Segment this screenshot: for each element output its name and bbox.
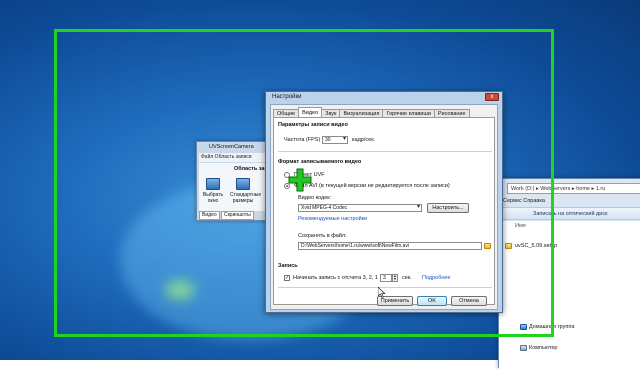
explorer-menu[interactable]: Сервис Справка — [499, 196, 640, 206]
setup-file-icon — [505, 243, 512, 249]
select-window-label: Выбрать окно — [202, 192, 224, 204]
cancel-button[interactable]: Отмена — [451, 296, 487, 306]
explorer-window[interactable]: Work (D:) ▸ WebServers ▸ home ▸ 1.ru Сер… — [498, 178, 640, 369]
explorer-address-bar[interactable]: Work (D:) ▸ WebServers ▸ home ▸ 1.ru — [507, 183, 640, 194]
settings-dialog[interactable]: Настройки x Общие Видео Звук Визуализация Го… — [265, 91, 503, 313]
computer-icon — [520, 345, 527, 351]
video-settings-pane: Параметры записи видео Частота (FPS) 30 … — [273, 117, 495, 305]
tab-video[interactable]: Видео — [199, 211, 220, 220]
countdown-input[interactable]: 3 — [380, 274, 392, 282]
standard-sizes-button[interactable]: Стандартные размеры — [230, 178, 261, 204]
window-icon — [206, 178, 220, 190]
record-heading: Запись — [278, 263, 298, 269]
burn-disc-button[interactable]: Записать на оптический диск — [499, 207, 640, 220]
fps-unit: кадр/сек. — [352, 137, 376, 143]
mouse-pointer-icon — [378, 287, 386, 298]
setup-file-item[interactable]: uvSC_5.09.setup — [515, 243, 557, 249]
uvscreencamera-title: UVScreenCamera — [209, 144, 254, 150]
countdown-unit: сек. — [402, 275, 412, 281]
ok-button[interactable]: OK — [417, 296, 447, 306]
sizes-icon — [236, 178, 250, 190]
fps-select[interactable]: 30 — [322, 136, 348, 144]
nav-item-computer[interactable]: Компьютер — [529, 345, 557, 351]
desktop-glow-green — [165, 280, 195, 300]
format-heading: Формат записываемого видео — [278, 159, 362, 165]
nav-item-homegroup[interactable]: Домашняя группа — [529, 324, 574, 330]
recommended-settings-link[interactable]: Рекомендуемые настройки — [298, 216, 367, 222]
recording-params-heading: Параметры записи видео — [278, 122, 348, 128]
countdown-checkbox[interactable]: ✓ — [284, 275, 290, 281]
dialog-content: Общие Видео Звук Визуализация Горячие клавиш… — [270, 104, 498, 310]
dialog-title: Настройки — [272, 94, 302, 100]
column-header-name[interactable]: Имя — [515, 223, 526, 229]
configure-button[interactable]: Настроить... — [427, 203, 469, 213]
codec-select[interactable]: Xvid MPEG-4 Codec — [298, 204, 422, 212]
close-button[interactable]: x — [485, 93, 499, 101]
fps-label: Частота (FPS) — [284, 137, 321, 143]
browse-folder-icon[interactable] — [484, 243, 491, 249]
countdown-spinner[interactable]: ▲ ▼ — [392, 274, 398, 282]
divider — [278, 151, 492, 152]
homegroup-icon — [520, 324, 527, 330]
select-window-button[interactable]: Выбрать окно — [202, 178, 224, 204]
codec-label: Видео кодек: — [298, 195, 332, 201]
save-to-file-label: Сохранять в файл: — [298, 233, 347, 239]
countdown-label: Начинать запись с отсчета 3, 2, 1 — [293, 275, 378, 281]
settings-tabs: Общие Видео Звук Визуализация Горячие клавиш… — [273, 107, 470, 118]
move-cursor-icon — [288, 168, 312, 192]
radio-avi-label: Файл AVI (в текущей версии не редактируе… — [294, 183, 450, 189]
standard-sizes-label: Стандартные размеры — [230, 192, 262, 204]
save-path-input[interactable]: D:\WebServers\home\1.ru\www\soft\NewFilm… — [298, 242, 482, 250]
more-link[interactable]: Подробнее — [422, 275, 451, 281]
tab-screenshots[interactable]: Скриншоты — [221, 211, 254, 220]
